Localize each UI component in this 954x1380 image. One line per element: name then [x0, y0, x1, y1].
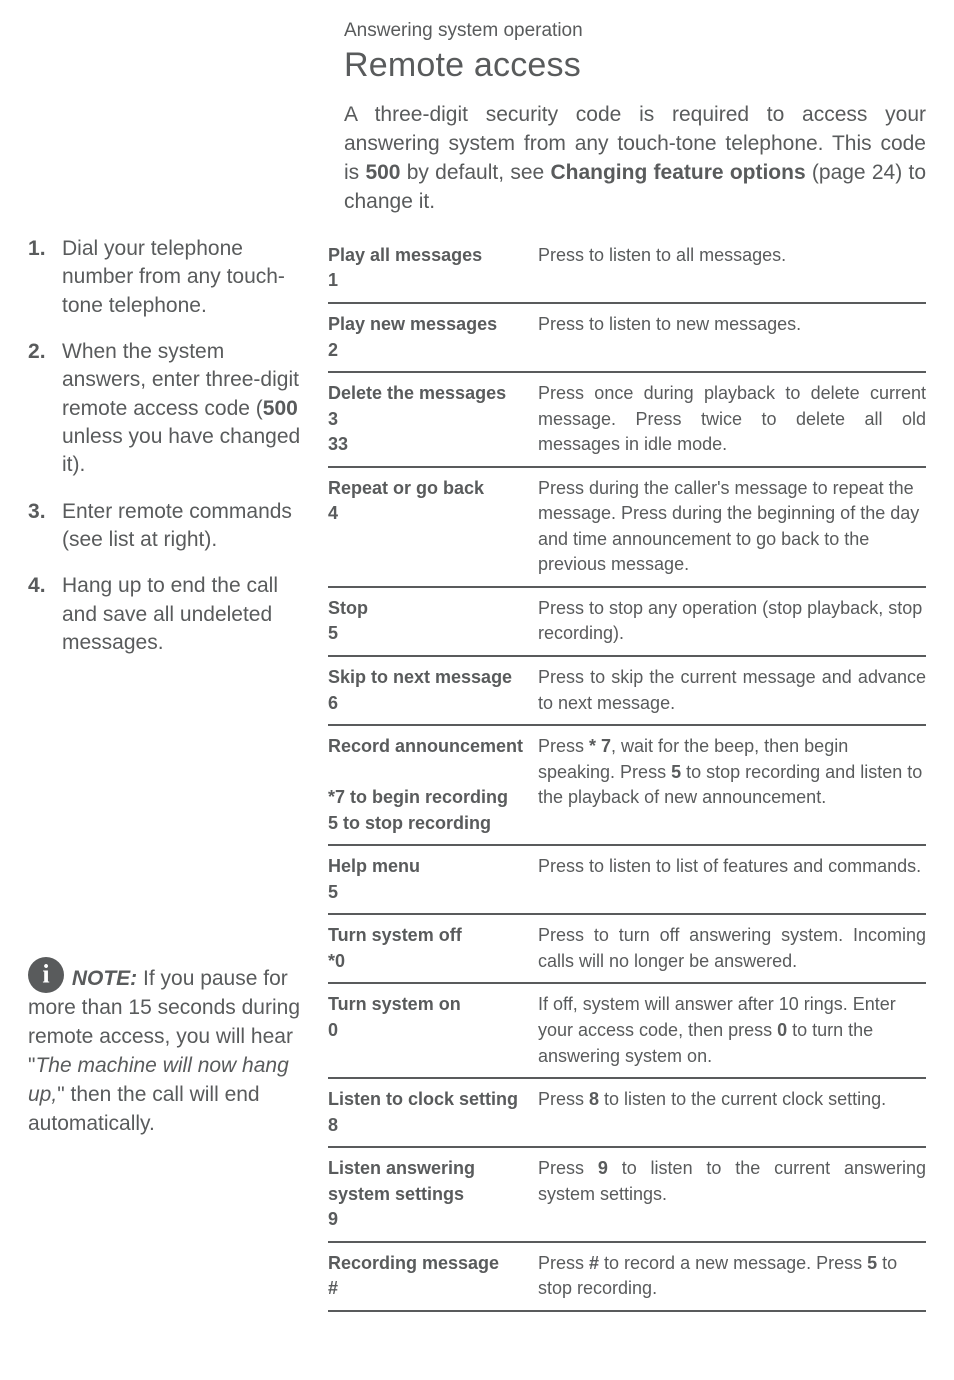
table-row: Repeat or go back4Press during the calle… — [328, 468, 926, 588]
command-description: Press to listen to all messages. — [538, 243, 926, 294]
table-row: Help menu5Press to listen to list of fea… — [328, 846, 926, 915]
command-key: Help menu5 — [328, 854, 538, 905]
command-key: Skip to next message6 — [328, 665, 538, 716]
command-key: Delete the messages333 — [328, 381, 538, 458]
table-row: Listen answeringsystem settings9Press 9 … — [328, 1148, 926, 1243]
command-description: Press to turn off answering sys­tem. Inc… — [538, 923, 926, 974]
command-key: Stop5 — [328, 596, 538, 647]
command-key: Listen answeringsystem settings9 — [328, 1156, 538, 1233]
command-description: Press 8 to listen to the current clock s… — [538, 1087, 926, 1138]
command-key: Play new messages2 — [328, 312, 538, 363]
step-item: When the system answers, enter three-dig… — [28, 338, 312, 480]
table-row: Recording message#Press # to record a ne… — [328, 1243, 926, 1312]
table-row: Play new messages2Press to listen to new… — [328, 304, 926, 373]
command-key: Listen to clock setting8 — [328, 1087, 538, 1138]
table-row: Turn system off*0Press to turn off answe… — [328, 915, 926, 984]
table-row: Delete the messages333Press once during … — [328, 373, 926, 468]
command-key: Recording message# — [328, 1251, 538, 1302]
note-block: NOTE: If you pause for more than 15 seco… — [28, 957, 312, 1139]
command-description: Press to skip the current message and ad… — [538, 665, 926, 716]
intro-paragraph: A three-digit security code is required … — [344, 101, 926, 217]
command-key: Turn system on0 — [328, 992, 538, 1069]
steps-list: Dial your telephone number from any touc… — [28, 235, 312, 657]
table-row: Turn system on0If off, system will answe… — [328, 984, 926, 1079]
note-label: NOTE: — [72, 967, 137, 990]
step-item: Hang up to end the call and save all und… — [28, 572, 312, 657]
commands-table: Play all messages1Press to listen to all… — [328, 235, 926, 1312]
table-row: Record announcement *7 to begin recordin… — [328, 726, 926, 846]
command-description: Press once during playback to delete cur… — [538, 381, 926, 458]
command-description: Press to listen to list of features and … — [538, 854, 926, 905]
command-description: If off, system will answer after 10 ring… — [538, 992, 926, 1069]
step-item: Dial your telephone number from any touc… — [28, 235, 312, 320]
command-description: Press to stop any operation (stop playba… — [538, 596, 926, 647]
command-description: Press to listen to new messages. — [538, 312, 926, 363]
command-description: Press * 7, wait for the beep, then begin… — [538, 734, 926, 836]
command-description: Press during the caller's message to rep… — [538, 476, 926, 578]
table-row: Listen to clock setting8Press 8 to liste… — [328, 1079, 926, 1148]
command-key: Play all messages1 — [328, 243, 538, 294]
command-key: Repeat or go back4 — [328, 476, 538, 578]
info-icon — [28, 957, 64, 993]
table-row: Play all messages1Press to listen to all… — [328, 235, 926, 304]
command-description: Press 9 to listen to the current answeri… — [538, 1156, 926, 1233]
table-row: Stop5Press to stop any operation (stop p… — [328, 588, 926, 657]
page-title: Remote access — [344, 46, 926, 85]
step-item: Enter remote com­mands (see list at righ… — [28, 498, 312, 555]
command-key: Turn system off*0 — [328, 923, 538, 974]
command-key: Record announcement *7 to begin recordin… — [328, 734, 538, 836]
table-row: Skip to next message6Press to skip the c… — [328, 657, 926, 726]
breadcrumb: Answering system operation — [344, 20, 926, 42]
command-description: Press # to record a new message. Press 5… — [538, 1251, 926, 1302]
